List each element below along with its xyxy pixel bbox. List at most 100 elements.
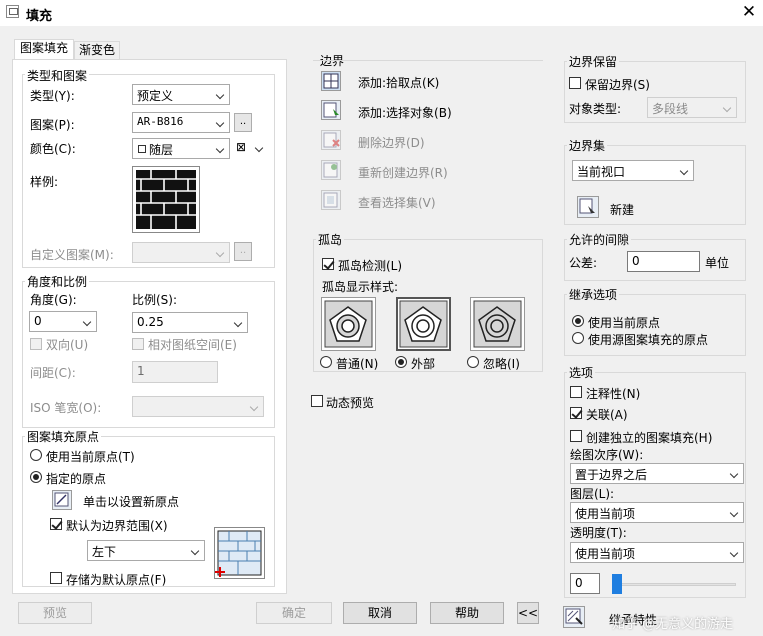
island-outer-label: 外部 — [411, 357, 436, 371]
draw-order-select[interactable]: 置于边界之后 — [570, 463, 744, 484]
island-ignore-radio[interactable] — [467, 356, 479, 368]
scale-select[interactable]: 0.25 — [132, 312, 248, 333]
window-title: 填充 — [26, 9, 53, 24]
inherit-properties-icon — [565, 608, 583, 625]
preview-button[interactable]: 预览 — [18, 602, 92, 624]
origin-preview — [214, 527, 265, 579]
add-select-objects-button[interactable] — [321, 100, 341, 120]
retain-boundary-checkbox[interactable] — [569, 77, 581, 89]
view-selection-button[interactable] — [321, 190, 341, 210]
retain-boundary-label: 保留边界(S) — [585, 78, 650, 92]
help-button[interactable]: 帮助 — [430, 602, 504, 624]
pattern-browse-button[interactable]: .. — [234, 113, 252, 132]
layer-select[interactable]: 使用当前项 — [570, 502, 744, 523]
origin-position-select[interactable]: 左下 — [87, 540, 205, 561]
dynamic-preview-checkbox[interactable] — [311, 395, 323, 407]
tolerance-label: 公差: — [569, 256, 598, 270]
set-origin-button[interactable] — [52, 490, 72, 510]
inherit-source-radio[interactable] — [572, 332, 584, 344]
recreate-boundary-button[interactable] — [321, 160, 341, 180]
island-ignore-preview[interactable] — [470, 297, 525, 351]
custom-pattern-select[interactable] — [132, 242, 230, 263]
pattern-label: 图案(P): — [30, 118, 75, 132]
add-pick-point-button[interactable] — [321, 71, 341, 91]
island-normal-icon — [324, 300, 373, 348]
inherit-label: 继承选项 — [567, 286, 620, 303]
color-value: 随层 — [149, 143, 174, 157]
angle-select[interactable]: 0 — [29, 311, 97, 332]
close-button[interactable]: ✕ — [740, 2, 758, 22]
island-normal-radio[interactable] — [320, 356, 332, 368]
ok-button[interactable]: 确定 — [256, 602, 332, 624]
tab-gradient[interactable]: 渐变色 — [74, 41, 120, 59]
custom-browse-button[interactable]: .. — [234, 242, 252, 261]
dynamic-preview-label: 动态预览 — [326, 396, 375, 410]
new-boundary-set-button[interactable] — [577, 196, 599, 218]
annotative-label: 注释性(N) — [586, 387, 641, 401]
relative-paper-checkbox[interactable] — [132, 338, 144, 350]
remove-boundary-icon — [323, 132, 340, 148]
remove-boundary-button[interactable] — [321, 130, 341, 150]
iso-pen-label: ISO 笔宽(O): — [30, 401, 102, 415]
pick-point-icon — [323, 73, 339, 89]
island-detect-checkbox[interactable] — [322, 258, 334, 270]
transparency-slider-thumb[interactable] — [612, 574, 622, 594]
island-normal-label: 普通(N) — [336, 357, 379, 371]
brick-pattern-icon — [136, 170, 196, 229]
new-boundary-set-label: 新建 — [610, 203, 635, 217]
use-current-origin-radio[interactable] — [30, 449, 42, 461]
unit-label: 单位 — [705, 256, 730, 270]
island-outer-icon — [399, 300, 448, 348]
iso-pen-select[interactable] — [132, 396, 264, 417]
cancel-button[interactable]: 取消 — [343, 602, 417, 624]
inherit-current-label: 使用当前原点 — [588, 316, 661, 330]
pick-origin-icon — [54, 492, 69, 507]
boundary-set-label: 边界集 — [567, 137, 608, 154]
island-ignore-label: 忽略(I) — [483, 357, 520, 371]
background-color-select[interactable]: ⊠ — [234, 138, 268, 159]
associative-checkbox[interactable] — [570, 407, 582, 419]
specified-origin-label: 指定的原点 — [46, 472, 107, 486]
options-label: 选项 — [567, 364, 596, 381]
transparency-slider-track[interactable] — [613, 583, 736, 586]
associative-label: 关联(A) — [586, 408, 628, 422]
island-outer-radio[interactable] — [395, 356, 407, 368]
default-extent-checkbox[interactable] — [50, 518, 62, 530]
boundary-set-select[interactable]: 当前视口 — [572, 160, 694, 181]
transparency-select[interactable]: 使用当前项 — [570, 542, 744, 563]
use-current-origin-label: 使用当前原点(T) — [46, 450, 135, 464]
island-normal-preview[interactable] — [321, 297, 376, 351]
tab-pattern-fill[interactable]: 图案填充 — [14, 39, 74, 60]
title-bar — [0, 0, 763, 26]
tolerance-input[interactable]: 0 — [627, 251, 700, 272]
pattern-swatch[interactable] — [132, 166, 200, 233]
annotative-checkbox[interactable] — [570, 386, 582, 398]
color-select[interactable]: 随层 — [132, 138, 230, 159]
spacing-input[interactable]: 1 — [132, 361, 218, 383]
watermark: 知乎 @无意义的游走 — [612, 617, 734, 632]
object-type-select[interactable]: 多段线 — [647, 97, 737, 118]
store-origin-checkbox[interactable] — [50, 572, 62, 584]
double-checkbox[interactable] — [30, 338, 42, 350]
scale-label: 比例(S): — [132, 293, 178, 307]
set-origin-label: 单击以设置新原点 — [83, 495, 180, 509]
inherit-properties-button[interactable] — [563, 606, 585, 628]
custom-pattern-label: 自定义图案(M): — [30, 248, 114, 262]
recreate-boundary-label: 重新创建边界(R) — [358, 166, 448, 180]
specified-origin-radio[interactable] — [30, 471, 42, 483]
select-objects-icon — [323, 102, 339, 118]
separate-hatch-checkbox[interactable] — [570, 430, 582, 442]
color-swatch-icon — [138, 145, 146, 153]
island-outer-preview[interactable] — [396, 297, 451, 351]
inherit-current-radio[interactable] — [572, 315, 584, 327]
collapse-button[interactable]: << — [517, 602, 539, 624]
app-icon — [6, 5, 19, 18]
boundary-divider — [313, 60, 543, 61]
type-select[interactable]: 预定义 — [132, 84, 230, 105]
angle-label: 角度(G): — [30, 293, 77, 307]
pattern-select[interactable]: AR-B816 — [132, 112, 230, 133]
type-label: 类型(Y): — [30, 89, 75, 103]
view-selection-icon — [323, 192, 338, 208]
spacing-label: 间距(C): — [30, 366, 76, 380]
transparency-number-input[interactable]: 0 — [570, 573, 600, 594]
